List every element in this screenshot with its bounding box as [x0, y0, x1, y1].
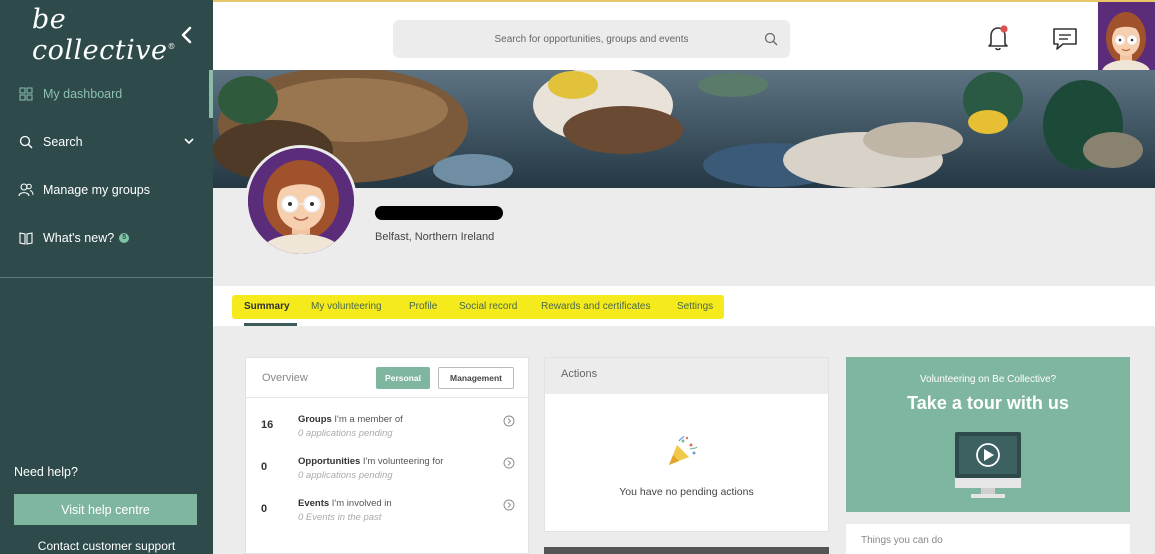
sidebar-item-label: What's new? [43, 231, 115, 245]
sidebar-divider [0, 277, 213, 278]
search-icon[interactable] [764, 32, 778, 46]
sidebar-item-label: Manage my groups [43, 183, 151, 197]
tour-subtitle: Volunteering on Be Collective? [919, 374, 1057, 385]
contact-support-link[interactable]: Contact customer support [0, 539, 213, 553]
events-past: 0 Events in the past [298, 512, 382, 523]
sidebar: be collective® My dashboard Search Manag… [0, 0, 213, 554]
groups-label-bold: Groups [298, 414, 332, 425]
overview-title: Overview [262, 372, 308, 384]
tab-summary[interactable]: Summary [244, 301, 290, 312]
things-you-can-do: Things you can do [846, 524, 1130, 554]
profile-location: Belfast, Northern Ireland [375, 231, 495, 243]
overview-divider [246, 397, 528, 398]
sidebar-item-search[interactable]: Search [0, 118, 213, 166]
opportunities-count: 0 [261, 461, 268, 473]
tab-profile[interactable]: Profile [409, 301, 437, 312]
user-avatar[interactable] [1098, 2, 1155, 72]
groups-pending: 0 applications pending [298, 428, 393, 439]
overview-row-groups[interactable]: 16 Groups I'm a member of 0 applications… [246, 414, 528, 454]
personal-toggle[interactable]: Personal [376, 367, 430, 389]
brand: be collective® [0, 0, 213, 70]
chevron-right-circle-icon[interactable] [503, 499, 515, 511]
no-actions-message: You have no pending actions [619, 486, 754, 498]
events-count: 0 [261, 503, 268, 515]
profile-banner-image [213, 70, 1155, 188]
tab-settings[interactable]: Settings [677, 301, 713, 312]
groups-icon [17, 182, 35, 198]
search-placeholder: Search for opportunities, groups and eve… [494, 33, 689, 45]
party-popper-icon [669, 435, 698, 465]
sidebar-item-dashboard[interactable]: My dashboard [0, 70, 213, 118]
groups-label: Groups I'm a member of [298, 414, 403, 425]
opportunities-label-rest: I'm volunteering for [360, 456, 444, 467]
search-icon [17, 134, 35, 150]
notification-badge: 5 [119, 233, 130, 243]
top-bar: Search for opportunities, groups and eve… [213, 0, 1155, 72]
tab-my-volunteering[interactable]: My volunteering [311, 301, 382, 312]
logo-mark: ® [167, 42, 176, 51]
tour-title: Take a tour with us [907, 393, 1069, 413]
chevron-right-circle-icon[interactable] [503, 457, 515, 469]
tab-rewards-certificates[interactable]: Rewards and certificates [541, 301, 651, 312]
bell-icon[interactable] [986, 24, 1010, 52]
dashboard-icon [17, 86, 35, 102]
video-monitor-icon[interactable] [953, 430, 1023, 502]
tab-social-record[interactable]: Social record [459, 301, 517, 312]
chevron-down-icon[interactable] [183, 136, 195, 146]
opportunities-pending: 0 applications pending [298, 470, 393, 481]
actions-card: Actions You have no pending actions [544, 357, 829, 532]
profile-avatar[interactable] [245, 145, 357, 257]
overview-card: Overview Personal Management 16 Groups I… [245, 357, 529, 554]
redacted-name [375, 206, 503, 220]
search-input[interactable]: Search for opportunities, groups and eve… [393, 20, 790, 58]
chevron-right-circle-icon[interactable] [503, 415, 515, 427]
management-toggle[interactable]: Management [438, 367, 514, 389]
events-label-bold: Events [298, 498, 330, 509]
need-help-label: Need help? [14, 465, 78, 479]
collapse-sidebar-icon[interactable] [179, 25, 195, 45]
sidebar-item-label: My dashboard [43, 87, 123, 101]
tour-card[interactable]: Volunteering on Be Collective? Take a to… [846, 357, 1130, 512]
sidebar-item-label: Search [43, 135, 83, 149]
logo-text: be collective [32, 4, 168, 66]
card-footer-strip [544, 547, 829, 554]
events-label: Events I'm involved in [298, 498, 392, 509]
sidebar-item-whats-new[interactable]: What's new? 5 [0, 214, 213, 262]
groups-label-rest: I'm a member of [331, 414, 403, 425]
chat-icon[interactable] [1051, 26, 1079, 52]
overview-row-events[interactable]: 0 Events I'm involved in 0 Events in the… [246, 498, 528, 538]
actions-title: Actions [545, 358, 828, 394]
groups-count: 16 [261, 419, 274, 431]
opportunities-label: Opportunities I'm volunteering for [298, 456, 443, 467]
events-label-rest: I'm involved in [329, 498, 392, 509]
overview-row-opportunities[interactable]: 0 Opportunities I'm volunteering for 0 a… [246, 456, 528, 496]
visit-help-centre-button[interactable]: Visit help centre [14, 494, 197, 525]
opportunities-label-bold: Opportunities [298, 456, 361, 467]
book-icon [17, 230, 35, 246]
active-tab-indicator [244, 323, 297, 326]
sidebar-item-groups[interactable]: Manage my groups [0, 166, 213, 214]
